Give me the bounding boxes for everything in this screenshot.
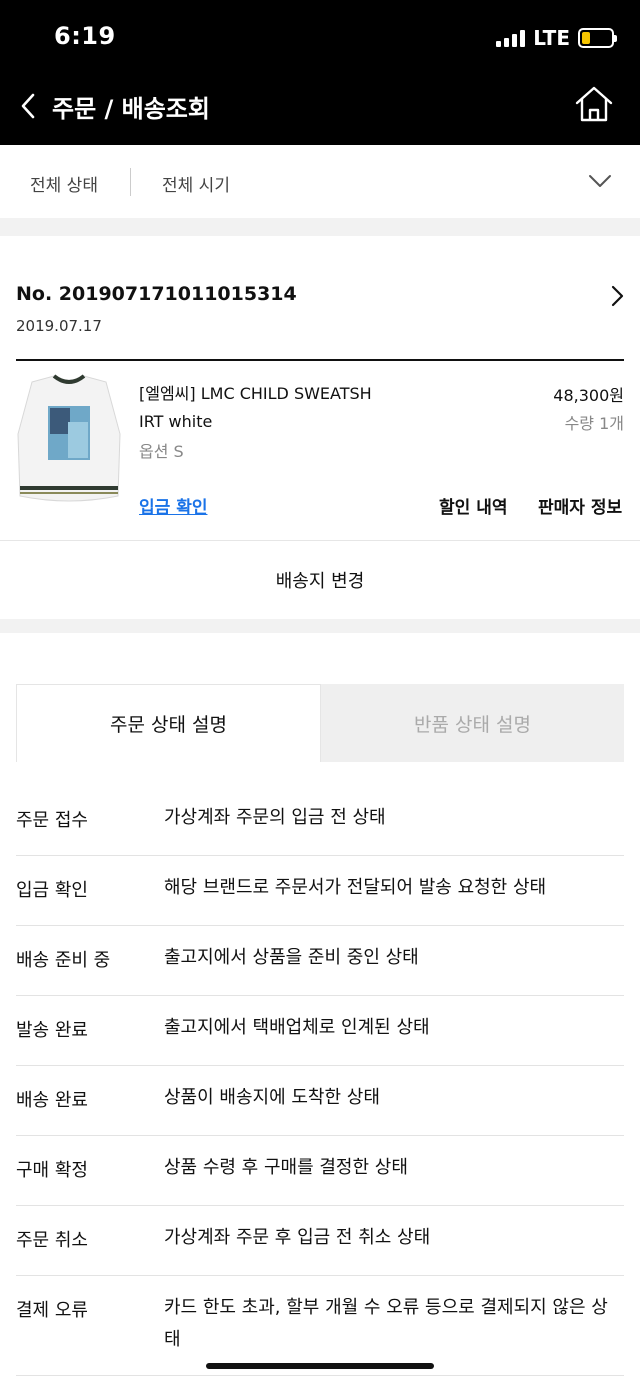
status-indicators: LTE — [496, 26, 617, 50]
status-term: 입금 확인 — [16, 880, 88, 901]
filter-divider — [130, 168, 131, 196]
battery-level — [582, 32, 591, 44]
chevron-down-icon[interactable] — [588, 173, 612, 189]
battery-icon — [578, 28, 617, 48]
status-description: 상품 수령 후 구매를 결정한 상태 — [164, 1157, 408, 1178]
signal-icon — [496, 29, 526, 47]
status-description: 출고지에서 택배업체로 인계된 상태 — [164, 1017, 430, 1038]
status-description-list: 주문 접수 가상계좌 주문의 입금 전 상태 입금 확인 해당 브랜드로 주문서… — [16, 786, 624, 1376]
list-item: 배송 완료 상품이 배송지에 도착한 상태 — [16, 1066, 624, 1136]
product-quantity: 수량 1개 — [564, 414, 624, 433]
page-title: 주문 / 배송조회 — [52, 95, 210, 123]
status-term: 발송 완료 — [16, 1020, 88, 1041]
list-item: 주문 취소 가상계좌 주문 후 입금 전 취소 상태 — [16, 1206, 624, 1276]
list-item: 발송 완료 출고지에서 택배업체로 인계된 상태 — [16, 996, 624, 1066]
product-name[interactable]: [엘엠씨] LMC CHILD SWEATSH IRT white — [139, 380, 399, 436]
status-term: 배송 완료 — [16, 1090, 88, 1111]
sweatshirt-thumbnail — [17, 374, 121, 502]
filter-bar: 전체 상태 전체 시기 — [0, 145, 640, 218]
order-divider — [16, 359, 624, 361]
status-description: 상품이 배송지에 도착한 상태 — [164, 1087, 380, 1108]
tab-order-status[interactable]: 주문 상태 설명 — [16, 684, 321, 762]
status-time: 6:19 — [54, 22, 116, 50]
order-status-link[interactable]: 입금 확인 — [139, 493, 207, 518]
product-price: 48,300원 — [553, 386, 624, 405]
order-number[interactable]: No. 201907171011015314 — [16, 283, 297, 305]
status-description: 카드 한도 초과, 할부 개월 수 오류 등으로 결제되지 않은 상태 — [164, 1297, 608, 1350]
tab-return-status[interactable]: 반품 상태 설명 — [321, 684, 624, 762]
product-option: 옵션 S — [139, 442, 184, 461]
section-gap — [0, 619, 640, 633]
home-indicator[interactable] — [206, 1363, 434, 1369]
back-button[interactable] — [14, 88, 42, 124]
list-item: 입금 확인 해당 브랜드로 주문서가 전달되어 발송 요청한 상태 — [16, 856, 624, 926]
top-bar: 6:19 LTE 주문 / 배송조회 — [0, 0, 640, 145]
status-description: 출고지에서 상품을 준비 중인 상태 — [164, 947, 419, 968]
network-label: LTE — [533, 26, 570, 50]
status-description: 가상계좌 주문의 입금 전 상태 — [164, 807, 386, 828]
list-item: 배송 준비 중 출고지에서 상품을 준비 중인 상태 — [16, 926, 624, 996]
discount-details-button[interactable]: 할인 내역 — [439, 493, 507, 518]
change-address-button[interactable]: 배송지 변경 — [0, 541, 640, 619]
section-gap — [0, 218, 640, 236]
status-term: 주문 접수 — [16, 810, 88, 831]
status-term: 구매 확정 — [16, 1160, 88, 1181]
chevron-right-icon[interactable] — [610, 285, 626, 307]
order-date: 2019.07.17 — [16, 317, 102, 335]
home-icon — [575, 86, 613, 122]
status-description: 가상계좌 주문 후 입금 전 취소 상태 — [164, 1227, 431, 1248]
status-term: 주문 취소 — [16, 1230, 88, 1251]
home-button[interactable] — [574, 84, 614, 124]
back-arrow-icon — [21, 93, 35, 119]
order-tracking-screen: 6:19 LTE 주문 / 배송조회 전체 상태 전체 시기 No. 20190… — [0, 0, 640, 1385]
status-description: 해당 브랜드로 주문서가 전달되어 발송 요청한 상태 — [164, 877, 547, 898]
period-filter[interactable]: 전체 시기 — [162, 171, 230, 196]
status-tabs: 주문 상태 설명 반품 상태 설명 — [16, 684, 624, 762]
list-item: 결제 오류 카드 한도 초과, 할부 개월 수 오류 등으로 결제되지 않은 상… — [16, 1276, 624, 1376]
product-name-line1: [엘엠씨] LMC CHILD SWEATSH — [139, 384, 372, 403]
product-image[interactable] — [14, 374, 124, 509]
seller-info-button[interactable]: 판매자 정보 — [538, 493, 622, 518]
status-filter[interactable]: 전체 상태 — [30, 171, 98, 196]
list-item: 주문 접수 가상계좌 주문의 입금 전 상태 — [16, 786, 624, 856]
status-term: 배송 준비 중 — [16, 950, 111, 971]
list-item: 구매 확정 상품 수령 후 구매를 결정한 상태 — [16, 1136, 624, 1206]
product-name-line2: IRT white — [139, 412, 213, 431]
status-term: 결제 오류 — [16, 1300, 88, 1321]
